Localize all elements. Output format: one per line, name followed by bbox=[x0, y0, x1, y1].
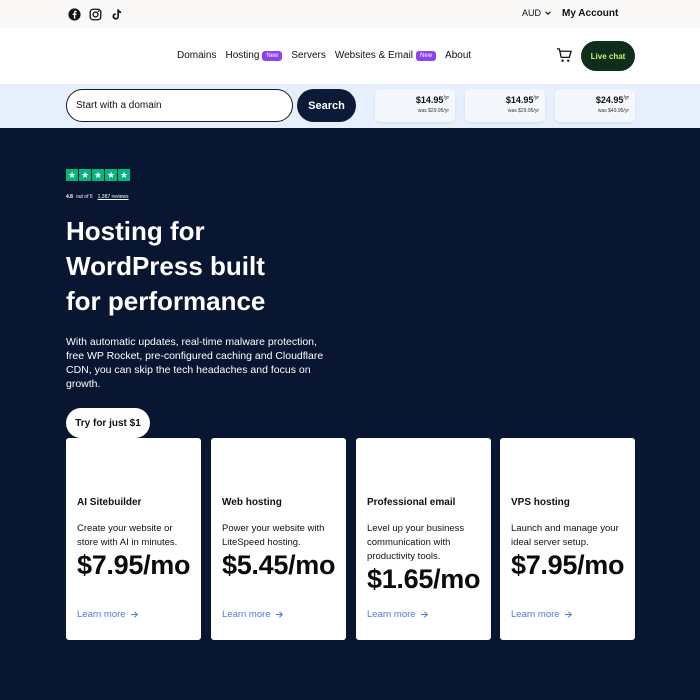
star-icon: ★ bbox=[66, 169, 78, 181]
card-title: Professional email bbox=[367, 497, 456, 508]
learn-more-link[interactable]: Learn more bbox=[77, 609, 139, 620]
domain-price-card[interactable]: $14.95/yr was $29.95/yr bbox=[375, 89, 455, 122]
my-account-link[interactable]: My Account bbox=[562, 8, 618, 19]
card-title: AI Sitebuilder bbox=[77, 497, 142, 508]
card-description: Power your website with LiteSpeed hostin… bbox=[222, 523, 325, 548]
card-price: $7.95/mo bbox=[77, 550, 191, 580]
new-badge: New bbox=[416, 50, 437, 61]
domain-search-input[interactable] bbox=[66, 89, 293, 122]
headline-line: for performance bbox=[66, 286, 266, 316]
card-price: $1.65/mo bbox=[367, 564, 481, 594]
facebook-icon[interactable] bbox=[67, 7, 81, 21]
arrow-right-icon bbox=[275, 611, 283, 618]
arrow-right-icon bbox=[420, 611, 428, 618]
search-button[interactable]: Search bbox=[297, 89, 356, 122]
currency-selector[interactable]: AUD bbox=[522, 8, 552, 18]
card-description: Launch and manage your ideal server setu… bbox=[511, 523, 619, 548]
rating-summary: 4.8 out of 5 1,387 reviews bbox=[66, 194, 129, 200]
rating-out-of: out of 5 bbox=[75, 194, 93, 200]
star-icon: ★ bbox=[92, 169, 104, 181]
nav-links: Domains Hosting New Servers Websites & E… bbox=[177, 50, 480, 61]
headline-line: Hosting for bbox=[66, 216, 205, 246]
product-card-vps-hosting: VPS hosting Launch and manage your ideal… bbox=[500, 438, 635, 640]
product-card-web-hosting: Web hosting Power your website with Lite… bbox=[211, 438, 346, 640]
hero-headline: Hosting for WordPress built for performa… bbox=[66, 214, 366, 319]
product-card-professional-email: Professional email Level up your busines… bbox=[356, 438, 491, 640]
nav-item-label: Websites & Email bbox=[334, 50, 414, 61]
nav-item-label: Servers bbox=[291, 50, 326, 61]
domain-price-card[interactable]: $14.95/yr was $29.95/yr bbox=[465, 89, 545, 122]
nav-item-hosting[interactable]: Hosting New bbox=[225, 50, 283, 61]
domain-was-price: was $29.95/yr bbox=[417, 108, 449, 114]
top-utility-bar: AUD My Account bbox=[0, 0, 700, 28]
cart-icon[interactable] bbox=[556, 47, 573, 64]
new-badge: New bbox=[262, 50, 283, 61]
live-chat-button[interactable]: Live chat bbox=[581, 41, 635, 71]
star-icon: ★ bbox=[118, 169, 130, 181]
card-price: $5.45/mo bbox=[222, 550, 336, 580]
try-for-1-button[interactable]: Try for just $1 bbox=[66, 408, 150, 438]
card-title: VPS hosting bbox=[511, 497, 570, 508]
main-nav: Domains Hosting New Servers Websites & E… bbox=[0, 28, 700, 84]
reviews-link[interactable]: 1,387 reviews bbox=[98, 194, 129, 200]
learn-more-link[interactable]: Learn more bbox=[222, 609, 284, 620]
nav-item-websites-email[interactable]: Websites & Email New bbox=[334, 50, 437, 61]
hero-section: ★ ★ ★ ★ ★ 4.8 out of 5 1,387 reviews Hos… bbox=[0, 128, 700, 700]
product-card-ai-sitebuilder: AI Sitebuilder Create your website or st… bbox=[66, 438, 201, 640]
domain-price: $24.95/yr bbox=[595, 95, 629, 105]
instagram-icon[interactable] bbox=[88, 7, 102, 21]
tiktok-icon[interactable] bbox=[109, 7, 123, 21]
card-description: Create your website or store with AI in … bbox=[77, 523, 178, 548]
nav-item-label: Domains bbox=[177, 50, 217, 61]
domain-search-strip: Search $14.95/yr was $29.95/yr $14.95/yr… bbox=[0, 84, 700, 128]
card-price: $7.95/mo bbox=[511, 550, 625, 580]
nav-item-domains[interactable]: Domains bbox=[177, 50, 216, 61]
arrow-right-icon bbox=[130, 611, 138, 618]
nav-item-servers[interactable]: Servers bbox=[291, 50, 325, 61]
star-icon: ★ bbox=[79, 169, 91, 181]
domain-was-price: was $29.95/yr bbox=[507, 108, 539, 114]
arrow-right-icon bbox=[564, 611, 572, 618]
card-title: Web hosting bbox=[222, 497, 282, 508]
domain-was-price: was $49.95/yr bbox=[597, 108, 629, 114]
domain-price-card[interactable]: $24.95/yr was $49.95/yr bbox=[555, 89, 635, 122]
learn-more-link[interactable]: Learn more bbox=[367, 609, 429, 620]
star-icon: ★ bbox=[105, 169, 117, 181]
nav-item-label: Hosting bbox=[225, 50, 260, 61]
domain-price: $14.95/yr bbox=[415, 95, 449, 105]
hero-description: With automatic updates, real-time malwar… bbox=[66, 336, 324, 390]
chevron-down-icon bbox=[545, 11, 551, 16]
learn-more-link[interactable]: Learn more bbox=[511, 609, 573, 620]
nav-item-label: About bbox=[445, 50, 472, 61]
nav-item-about[interactable]: About bbox=[445, 50, 471, 61]
domain-price: $14.95/yr bbox=[505, 95, 539, 105]
headline-line: WordPress built bbox=[66, 251, 265, 281]
trustpilot-stars: ★ ★ ★ ★ ★ bbox=[66, 169, 130, 181]
rating-score: 4.8 bbox=[66, 194, 73, 200]
card-description: Level up your business communication wit… bbox=[367, 523, 465, 562]
currency-label: AUD bbox=[522, 8, 542, 18]
